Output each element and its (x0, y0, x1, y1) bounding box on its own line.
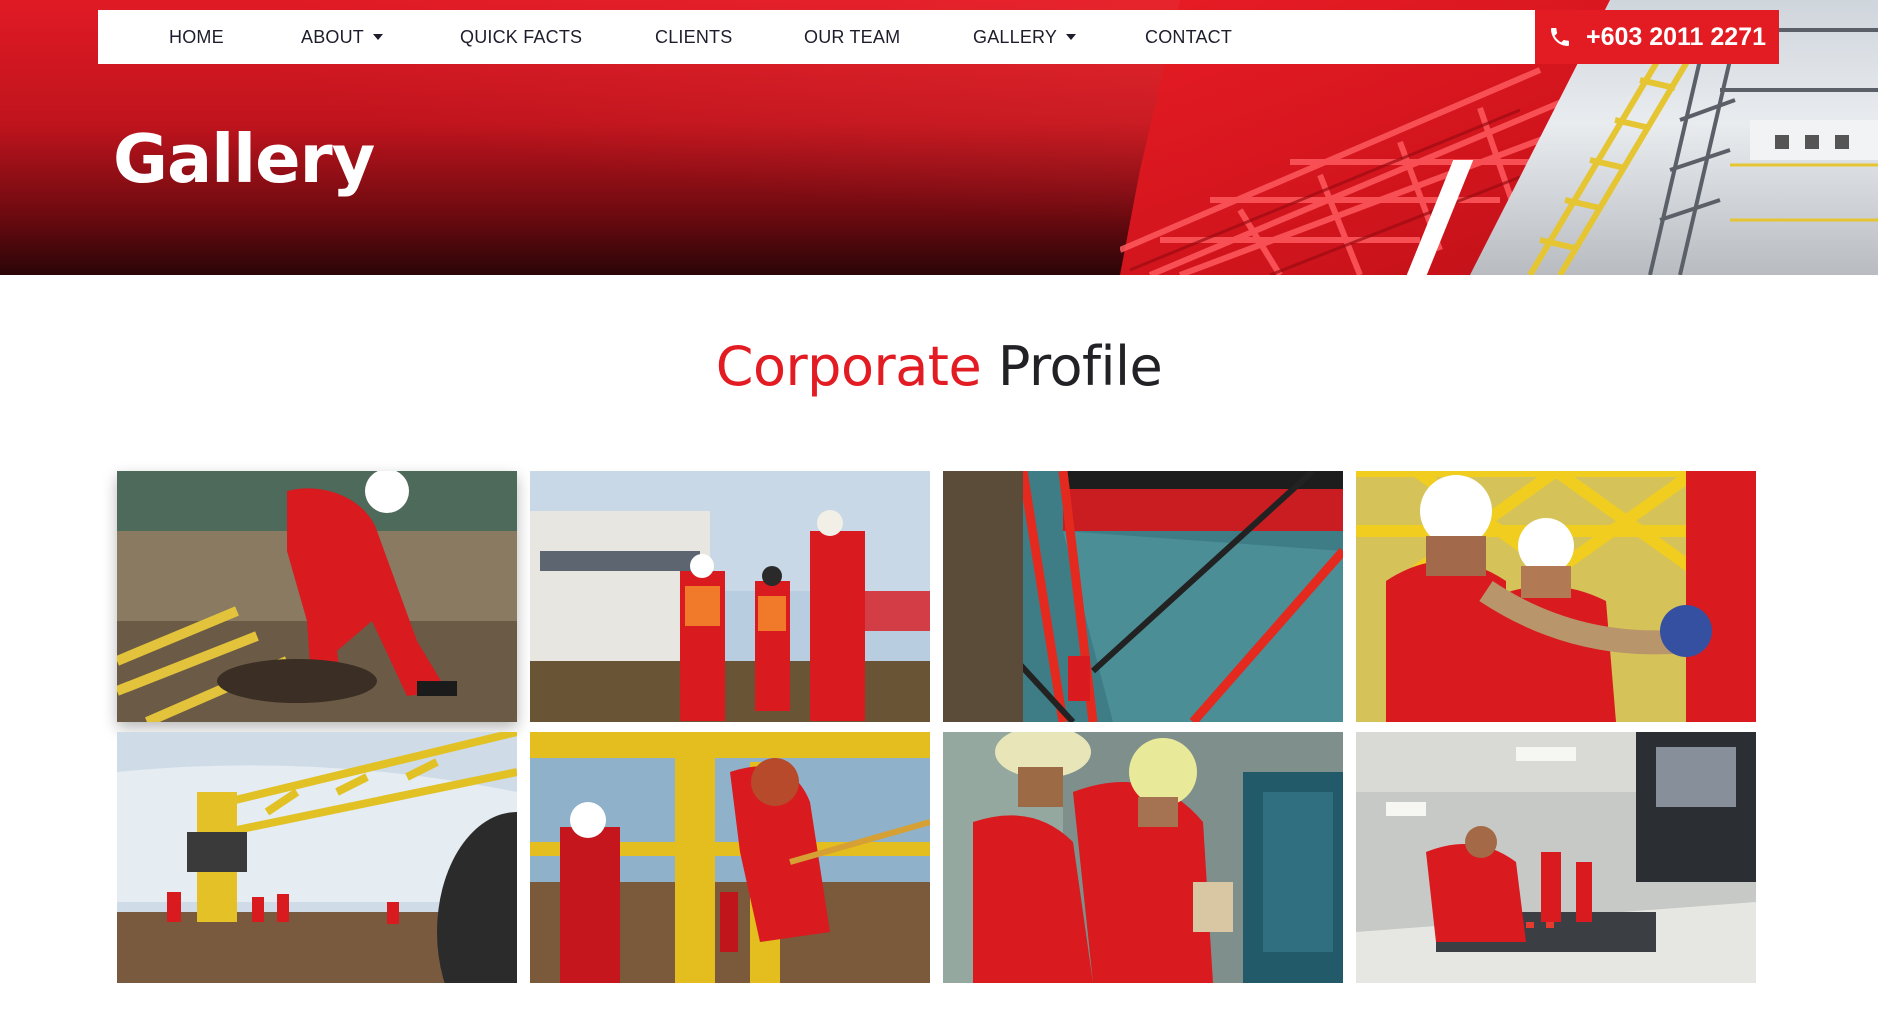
gallery-photo-crew-on-deck[interactable] (530, 471, 930, 722)
gallery-photo-workers-hauling-rope[interactable] (1356, 471, 1756, 722)
nav-item-label: CLIENTS (655, 26, 733, 47)
nav-item-label: OUR TEAM (804, 26, 901, 47)
gallery-photo-rope-handling[interactable] (117, 471, 517, 722)
phone-call-button[interactable]: +603 2011 2271 (1535, 10, 1779, 64)
nav-item-gallery[interactable]: GALLERY (973, 10, 1077, 64)
nav-item-about[interactable]: ABOUT (301, 10, 384, 64)
main-navbar: HOME ABOUT QUICK FACTS CLIENTS OUR TEAM … (98, 10, 1538, 64)
gallery-photo-ship-side-ladder[interactable] (943, 471, 1343, 722)
nav-item-label: HOME (169, 26, 224, 47)
image-icon (530, 732, 930, 983)
chevron-down-icon (373, 34, 384, 40)
image-icon (943, 732, 1343, 983)
gallery-photo-control-room[interactable] (1356, 732, 1756, 983)
nav-item-our-team[interactable]: OUR TEAM (804, 10, 900, 64)
gallery-photo-technicians-at-pump[interactable] (943, 732, 1343, 983)
nav-item-label: ABOUT (301, 26, 365, 47)
nav-item-quick-facts[interactable]: QUICK FACTS (460, 10, 582, 64)
section-heading-rest: Profile (997, 335, 1163, 398)
section-heading: Corporate Profile (0, 335, 1878, 398)
image-icon (1356, 732, 1756, 983)
nav-item-label: CONTACT (1145, 26, 1233, 47)
nav-item-label: QUICK FACTS (460, 26, 583, 47)
nav-item-label: GALLERY (973, 26, 1058, 47)
gallery-photo-welder-on-platform[interactable] (530, 732, 930, 983)
nav-item-contact[interactable]: CONTACT (1145, 10, 1232, 64)
phone-number: +603 2011 2271 (1585, 22, 1767, 51)
image-icon (117, 732, 517, 983)
image-icon (1356, 471, 1756, 722)
gallery-photo-deck-crane[interactable] (117, 732, 517, 983)
image-icon (530, 471, 930, 722)
section-heading-accent: Corporate (715, 335, 982, 398)
chevron-down-icon (1066, 34, 1077, 40)
nav-item-clients[interactable]: CLIENTS (655, 10, 732, 64)
image-icon (117, 471, 517, 722)
nav-item-home[interactable]: HOME (169, 10, 224, 64)
page-title: Gallery (113, 120, 375, 198)
image-icon (943, 471, 1343, 722)
phone-icon (1550, 28, 1569, 46)
